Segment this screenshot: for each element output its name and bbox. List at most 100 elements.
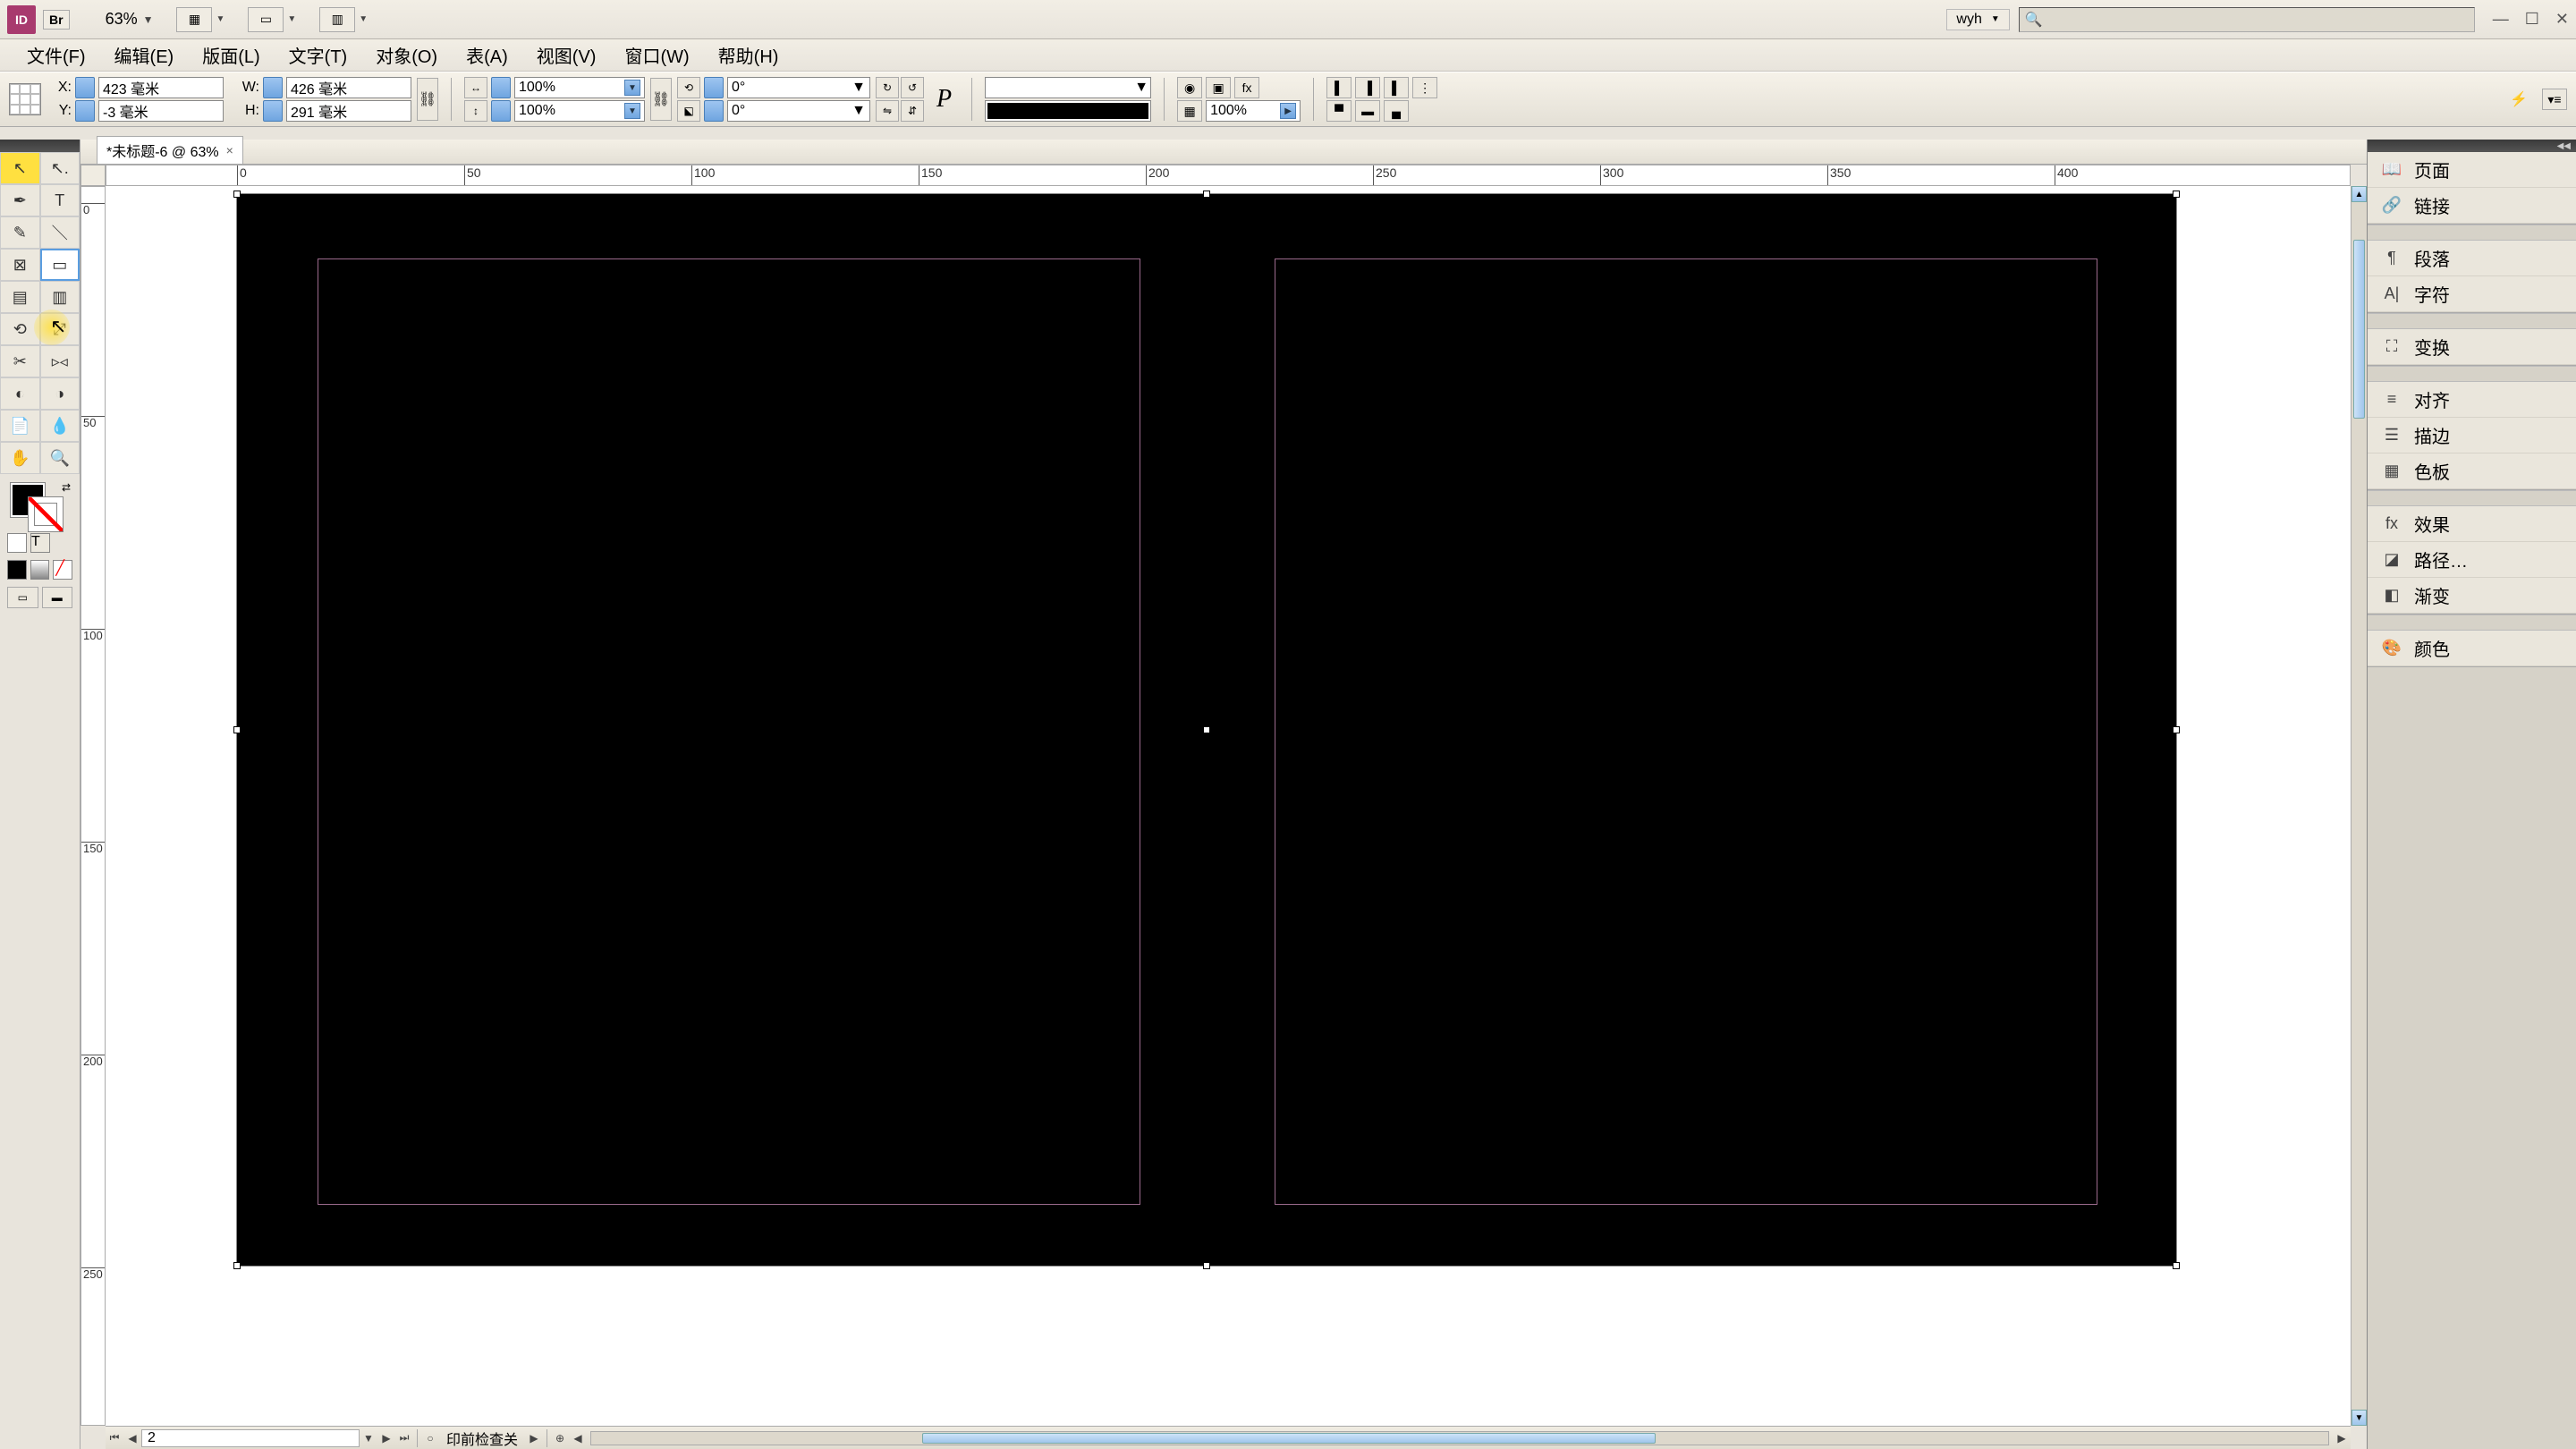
scale-y-combo[interactable]: 100%▼ bbox=[514, 100, 645, 122]
bridge-button[interactable]: Br bbox=[43, 10, 70, 30]
h-spinner[interactable] bbox=[263, 100, 283, 122]
fx-icon[interactable]: fx bbox=[1234, 77, 1259, 98]
horizontal-ruler[interactable]: 0 50 100 150 200 250 300 350 400 bbox=[106, 165, 2351, 186]
view-options-button[interactable]: ▦ bbox=[176, 7, 212, 32]
panel-pathfinder[interactable]: ◪路径… bbox=[2368, 542, 2576, 578]
stroke-color-combo[interactable] bbox=[985, 100, 1151, 122]
preflight-menu-button[interactable]: ▶ bbox=[525, 1429, 543, 1447]
align-left-icon[interactable]: ▌ bbox=[1326, 77, 1352, 98]
x-spinner[interactable] bbox=[75, 77, 95, 98]
x-input[interactable]: 423 毫米 bbox=[98, 77, 224, 98]
panel-effects[interactable]: fx效果 bbox=[2368, 506, 2576, 542]
menu-window[interactable]: 窗口(W) bbox=[610, 38, 703, 72]
menu-view[interactable]: 视图(V) bbox=[522, 38, 611, 72]
align-bottom-icon[interactable]: ▄ bbox=[1384, 100, 1409, 122]
scale-x-combo[interactable]: 100%▼ bbox=[514, 77, 645, 98]
paragraph-mode-icon[interactable]: P bbox=[929, 85, 959, 114]
panel-color[interactable]: 🎨颜色 bbox=[2368, 631, 2576, 666]
screen-mode-button[interactable]: ▭ bbox=[248, 7, 284, 32]
horizontal-scrollbar[interactable] bbox=[590, 1431, 2329, 1445]
menu-edit[interactable]: 编辑(E) bbox=[100, 38, 189, 72]
vertical-ruler[interactable]: 0 50 100 150 200 250 bbox=[80, 186, 106, 1426]
search-input[interactable]: 🔍 bbox=[2019, 7, 2475, 32]
zoom-tool[interactable]: 🔍 bbox=[40, 442, 80, 474]
rotate-combo[interactable]: 0°▼ bbox=[727, 77, 870, 98]
panel-pages[interactable]: 📖页面 bbox=[2368, 152, 2576, 188]
w-input[interactable]: 426 毫米 bbox=[286, 77, 411, 98]
zoom-level-combo[interactable]: 63% ▼ bbox=[106, 10, 154, 29]
rotate-tool[interactable]: ⟲ bbox=[0, 313, 40, 345]
align-more-icon[interactable]: ⋮ bbox=[1412, 77, 1437, 98]
menu-layout[interactable]: 版面(L) bbox=[188, 38, 274, 72]
y-input[interactable]: -3 毫米 bbox=[98, 100, 224, 122]
workspace-switcher[interactable]: wyh ▼ bbox=[1946, 9, 2009, 30]
selection-tool[interactable]: ↖ bbox=[0, 152, 40, 184]
stroke-swatch[interactable] bbox=[29, 497, 63, 531]
gradient-swatch-tool[interactable]: ◐ bbox=[0, 377, 40, 410]
next-page-button[interactable]: ▶ bbox=[377, 1429, 395, 1447]
pen-tool[interactable]: ✒ bbox=[0, 184, 40, 216]
shear-combo[interactable]: 0°▼ bbox=[727, 100, 870, 122]
fill-stroke-proxy[interactable]: ⇄ bbox=[0, 479, 80, 530]
pencil-tool[interactable]: ✎ bbox=[0, 216, 40, 249]
effects-icon[interactable]: ◉ bbox=[1177, 77, 1202, 98]
scale-x-spinner[interactable] bbox=[491, 77, 511, 98]
preflight-status-icon[interactable]: ○ bbox=[421, 1429, 439, 1447]
formatting-container-icon[interactable] bbox=[7, 533, 27, 553]
arrange-documents-button[interactable]: ▥ bbox=[319, 7, 355, 32]
rectangle-frame-tool[interactable]: ⊠ bbox=[0, 249, 40, 281]
y-spinner[interactable] bbox=[75, 100, 95, 122]
scroll-thumb[interactable] bbox=[922, 1433, 1656, 1444]
page-number-field[interactable]: 2 bbox=[141, 1429, 360, 1447]
flip-v-icon[interactable]: ⇵ bbox=[901, 100, 924, 122]
page-dropdown-button[interactable]: ▼ bbox=[360, 1429, 377, 1447]
scroll-thumb[interactable] bbox=[2353, 240, 2365, 419]
quick-apply-icon[interactable]: ⚡ bbox=[2501, 90, 2537, 108]
scroll-down-arrow[interactable]: ▼ bbox=[2351, 1410, 2367, 1426]
last-page-button[interactable]: ⏭ bbox=[395, 1429, 413, 1447]
eyedropper-tool[interactable]: 💧 bbox=[40, 410, 80, 442]
gradient-feather-tool[interactable]: ◑ bbox=[40, 377, 80, 410]
note-tool[interactable]: 📄 bbox=[0, 410, 40, 442]
scroll-left-button[interactable]: ◀ bbox=[569, 1429, 587, 1447]
panel-align[interactable]: ≡对齐 bbox=[2368, 382, 2576, 418]
horizontal-grid-tool[interactable]: ▤ bbox=[0, 281, 40, 313]
panel-character[interactable]: A|字符 bbox=[2368, 276, 2576, 312]
swap-fill-stroke-icon[interactable]: ⇄ bbox=[62, 481, 71, 494]
toolbox-collapse-bar[interactable] bbox=[0, 140, 80, 152]
menu-file[interactable]: 文件(F) bbox=[13, 38, 100, 72]
apply-gradient-icon[interactable] bbox=[30, 560, 50, 580]
preview-mode[interactable]: ▬ bbox=[42, 587, 73, 608]
panel-transform[interactable]: ⛶变换 bbox=[2368, 329, 2576, 365]
rotate-cw-icon[interactable]: ↻ bbox=[876, 77, 899, 98]
apply-none-icon[interactable]: ╱ bbox=[53, 560, 72, 580]
scroll-up-arrow[interactable]: ▲ bbox=[2351, 186, 2367, 202]
formatting-text-icon[interactable]: T bbox=[30, 533, 50, 553]
vertical-grid-tool[interactable]: ▥ bbox=[40, 281, 80, 313]
align-right-icon[interactable]: ▌ bbox=[1384, 77, 1409, 98]
panel-collapse-bar[interactable]: ◀◀ bbox=[2368, 140, 2576, 152]
vertical-scrollbar[interactable]: ▲ ▼ bbox=[2351, 186, 2367, 1426]
normal-view-mode[interactable]: ▭ bbox=[7, 587, 38, 608]
menu-help[interactable]: 帮助(H) bbox=[704, 38, 793, 72]
ruler-origin[interactable] bbox=[80, 165, 106, 186]
document-tab[interactable]: *未标题-6 @ 63% × bbox=[97, 136, 243, 164]
reference-point-grid[interactable] bbox=[9, 83, 41, 115]
w-spinner[interactable] bbox=[263, 77, 283, 98]
close-button[interactable]: ✕ bbox=[2555, 10, 2569, 29]
align-top-icon[interactable]: ▀ bbox=[1326, 100, 1352, 122]
h-input[interactable]: 291 毫米 bbox=[286, 100, 411, 122]
control-menu-icon[interactable]: ▾≡ bbox=[2542, 89, 2567, 110]
rectangle-tool[interactable]: ▭ bbox=[40, 249, 80, 281]
align-middle-icon[interactable]: ▬ bbox=[1355, 100, 1380, 122]
stroke-style-combo[interactable]: ▼ bbox=[985, 77, 1151, 98]
scissors-tool[interactable]: ✂ bbox=[0, 345, 40, 377]
constrain-wh-icon[interactable]: ⛓ bbox=[417, 78, 438, 121]
type-tool[interactable]: T bbox=[40, 184, 80, 216]
direct-selection-tool[interactable]: ↖. bbox=[40, 152, 80, 184]
prev-page-button[interactable]: ◀ bbox=[123, 1429, 141, 1447]
menu-type[interactable]: 文字(T) bbox=[275, 38, 362, 72]
panel-links[interactable]: 🔗链接 bbox=[2368, 188, 2576, 224]
shear-spinner[interactable] bbox=[704, 100, 724, 122]
canvas[interactable] bbox=[106, 186, 2351, 1426]
